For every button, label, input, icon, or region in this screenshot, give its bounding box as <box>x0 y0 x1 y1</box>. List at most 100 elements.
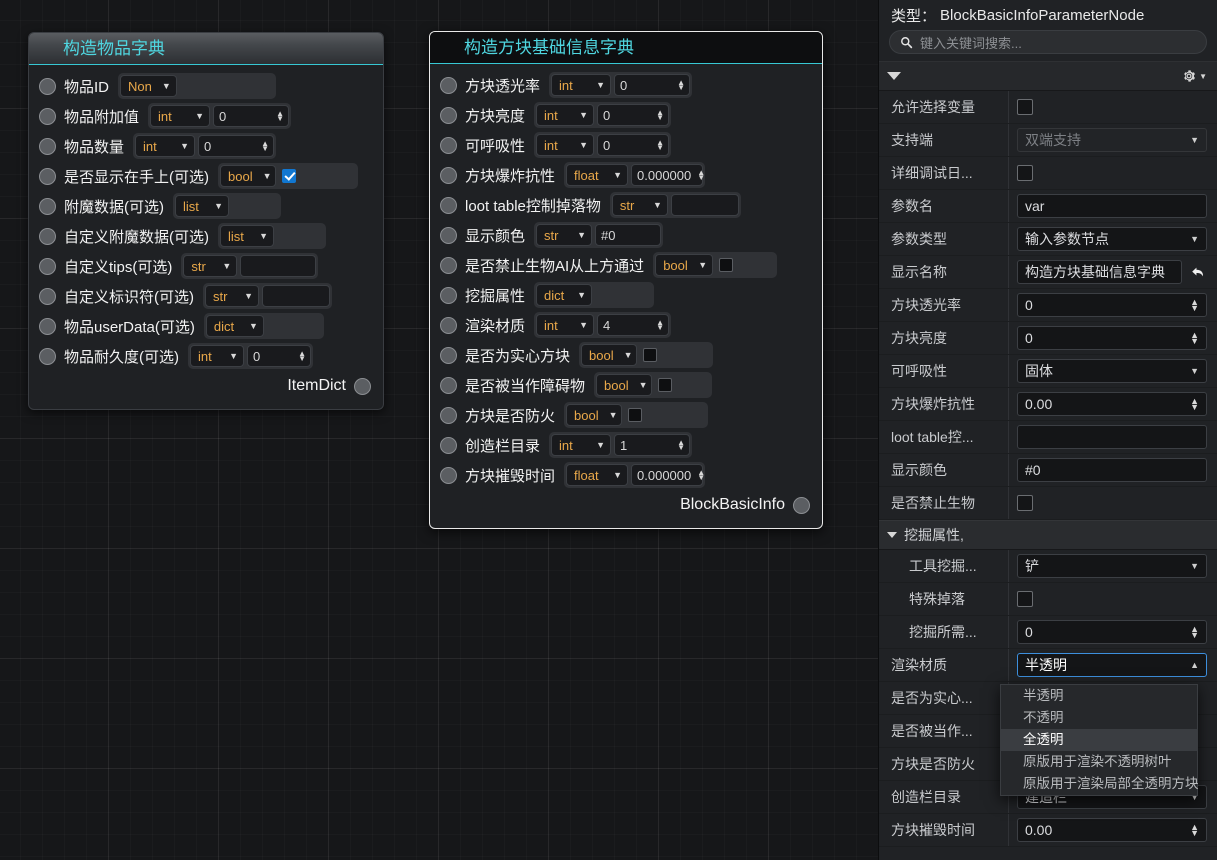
value-spinner[interactable]: 4 ▲ ▼ <box>597 314 670 336</box>
row-widget[interactable]: bool ▼ <box>218 163 358 189</box>
row-widget[interactable]: int ▼ 1 ▲ ▼ <box>549 432 693 458</box>
node-row[interactable]: 方块是否防火 bool ▼ <box>440 400 812 430</box>
node-row[interactable]: 方块透光率 int ▼ 0 ▲ ▼ <box>440 70 812 100</box>
node-row[interactable]: 物品耐久度(可选) int ▼ 0 ▲ ▼ <box>39 341 373 371</box>
row-widget[interactable]: Non ▼ <box>118 73 277 99</box>
input-port[interactable] <box>39 227 56 245</box>
chevron-down-icon[interactable]: ▼ <box>1190 561 1199 571</box>
text-input[interactable]: #0 <box>595 224 662 246</box>
prop-row-render-material[interactable]: 渲染材质 半透明 ▲ <box>879 649 1217 682</box>
prop-group-header-dig[interactable]: 挖掘属性, <box>879 520 1217 550</box>
row-widget[interactable]: int ▼ 0 ▲ ▼ <box>534 102 672 128</box>
spinner-arrows-icon[interactable]: ▲ ▼ <box>1190 298 1199 313</box>
node-row[interactable]: 显示颜色 str ▼ #0 <box>440 220 812 250</box>
input-port[interactable] <box>39 197 56 215</box>
row-widget[interactable]: str ▼ <box>203 283 332 309</box>
input-port[interactable] <box>39 77 56 95</box>
type-combo[interactable]: str ▼ <box>611 194 668 216</box>
node-block-basic-info[interactable]: 构造方块基础信息字典 方块透光率 int ▼ 0 ▲ ▼ 方块亮度 int ▼ … <box>429 31 823 529</box>
row-widget[interactable]: dict ▼ <box>203 313 324 339</box>
chevron-down-icon[interactable]: ▼ <box>1190 234 1199 244</box>
prop-row-special-drop[interactable]: 特殊掉落 <box>879 583 1217 616</box>
prop-spinner[interactable]: 0 ▲ ▼ <box>1017 293 1207 317</box>
spinner-arrows-icon[interactable]: ▲ ▼ <box>656 319 664 332</box>
node-row[interactable]: 是否显示在手上(可选) bool ▼ <box>39 161 373 191</box>
row-widget[interactable]: int ▼ 0 ▲ ▼ <box>133 133 277 159</box>
spinner-arrows-icon[interactable]: ▲ ▼ <box>261 140 269 153</box>
row-widget[interactable]: int ▼ 0 ▲ ▼ <box>549 72 693 98</box>
node-row[interactable]: 物品ID Non ▼ <box>39 71 373 101</box>
prop-checkbox[interactable] <box>1017 495 1033 511</box>
spinner-arrows-icon[interactable]: ▲ ▼ <box>656 109 664 122</box>
input-port[interactable] <box>39 167 56 185</box>
type-combo[interactable]: int ▼ <box>190 345 244 367</box>
prop-row-param-type[interactable]: 参数类型 输入参数节点 ▼ <box>879 223 1217 256</box>
type-combo[interactable]: bool ▼ <box>220 165 276 187</box>
node-row[interactable]: 方块摧毁时间 float ▼ 0.000000 ▲ ▼ <box>440 460 812 490</box>
prop-value[interactable]: 0.00 ▲ ▼ <box>1009 392 1217 416</box>
prop-row-explosion-resistance[interactable]: 方块爆炸抗性 0.00 ▲ ▼ <box>879 388 1217 421</box>
chevron-down-icon[interactable]: ▼ <box>1199 72 1207 81</box>
input-port[interactable] <box>440 106 457 124</box>
section-header[interactable]: ▼ <box>879 61 1217 91</box>
spinner-arrows-icon[interactable]: ▲ ▼ <box>1190 823 1199 838</box>
input-port[interactable] <box>440 346 457 364</box>
node-row[interactable]: 渲染材质 int ▼ 4 ▲ ▼ <box>440 310 812 340</box>
prop-row-loot-table[interactable]: loot table控... <box>879 421 1217 454</box>
node-row[interactable]: 自定义标识符(可选) str ▼ <box>39 281 373 311</box>
input-port[interactable] <box>440 376 457 394</box>
node-item-dict[interactable]: 构造物品字典 物品ID Non ▼ 物品附加值 int ▼ 0 ▲ ▼ 物品数量… <box>28 32 384 410</box>
row-widget[interactable]: str ▼ <box>181 253 319 279</box>
input-port[interactable] <box>440 466 457 484</box>
prop-text-input[interactable] <box>1017 425 1207 449</box>
prop-value[interactable]: 铲 ▼ <box>1009 554 1217 578</box>
prop-value[interactable] <box>1009 99 1217 115</box>
prop-value[interactable] <box>1009 165 1217 181</box>
node-row[interactable]: 物品附加值 int ▼ 0 ▲ ▼ <box>39 101 373 131</box>
type-combo[interactable]: dict ▼ <box>205 315 264 337</box>
dropdown-option[interactable]: 原版用于渲染局部全透明方块 <box>1001 773 1199 795</box>
prop-row-dig-required[interactable]: 挖掘所需... 0 ▲ ▼ <box>879 616 1217 649</box>
dropdown-option[interactable]: 不透明 <box>1001 707 1197 729</box>
bool-checkbox[interactable] <box>719 258 734 272</box>
spinner-arrows-icon[interactable]: ▲ ▼ <box>276 110 284 123</box>
node-row[interactable]: 附魔数据(可选) list ▼ <box>39 191 373 221</box>
prop-value[interactable]: 固体 ▼ <box>1009 359 1217 383</box>
node-row[interactable]: 是否为实心方块 bool ▼ <box>440 340 812 370</box>
chevron-up-icon[interactable]: ▲ <box>1190 660 1199 670</box>
gear-icon[interactable] <box>1182 69 1196 83</box>
text-input[interactable] <box>240 255 317 277</box>
input-port[interactable] <box>39 347 56 365</box>
row-widget[interactable]: list ▼ <box>173 193 281 219</box>
row-widget[interactable]: bool ▼ <box>594 372 713 398</box>
node-row[interactable]: 是否禁止生物AI从上方通过 bool ▼ <box>440 250 812 280</box>
input-port[interactable] <box>440 286 457 304</box>
value-spinner[interactable]: 0 ▲ ▼ <box>198 135 275 157</box>
row-widget[interactable]: bool ▼ <box>564 402 709 428</box>
node-row[interactable]: 方块亮度 int ▼ 0 ▲ ▼ <box>440 100 812 130</box>
node-row[interactable]: 自定义tips(可选) str ▼ <box>39 251 373 281</box>
triangle-down-icon[interactable] <box>887 72 901 80</box>
value-spinner[interactable]: 0.000000 ▲ ▼ <box>631 164 705 186</box>
input-port[interactable] <box>440 436 457 454</box>
prop-value[interactable]: #0 <box>1009 458 1217 482</box>
node-output-row[interactable]: ItemDict <box>39 371 373 401</box>
input-port[interactable] <box>39 287 56 305</box>
prop-row-support-side[interactable]: 支持端 双端支持 ▼ <box>879 124 1217 157</box>
type-combo[interactable]: int ▼ <box>551 74 612 96</box>
prop-value[interactable]: 0.00 ▲ ▼ <box>1009 818 1217 842</box>
row-widget[interactable]: int ▼ 0 ▲ ▼ <box>188 343 313 369</box>
prop-value[interactable]: 0 ▲ ▼ <box>1009 620 1217 644</box>
triangle-down-icon[interactable] <box>887 532 897 538</box>
prop-row-allow-select-var[interactable]: 允许选择变量 <box>879 91 1217 124</box>
text-input[interactable] <box>670 194 739 216</box>
type-combo[interactable]: float ▼ <box>566 164 629 186</box>
spinner-arrows-icon[interactable]: ▲ ▼ <box>656 139 664 152</box>
spinner-arrows-icon[interactable]: ▲ ▼ <box>1190 331 1199 346</box>
prop-row-destroy-time[interactable]: 方块摧毁时间 0.00 ▲ ▼ <box>879 814 1217 847</box>
type-combo[interactable]: bool ▼ <box>596 374 653 396</box>
type-combo[interactable]: int ▼ <box>150 105 211 127</box>
prop-spinner[interactable]: 0.00 ▲ ▼ <box>1017 818 1207 842</box>
prop-text-input[interactable]: 构造方块基础信息字典 <box>1017 260 1182 284</box>
row-widget[interactable]: bool ▼ <box>579 342 714 368</box>
